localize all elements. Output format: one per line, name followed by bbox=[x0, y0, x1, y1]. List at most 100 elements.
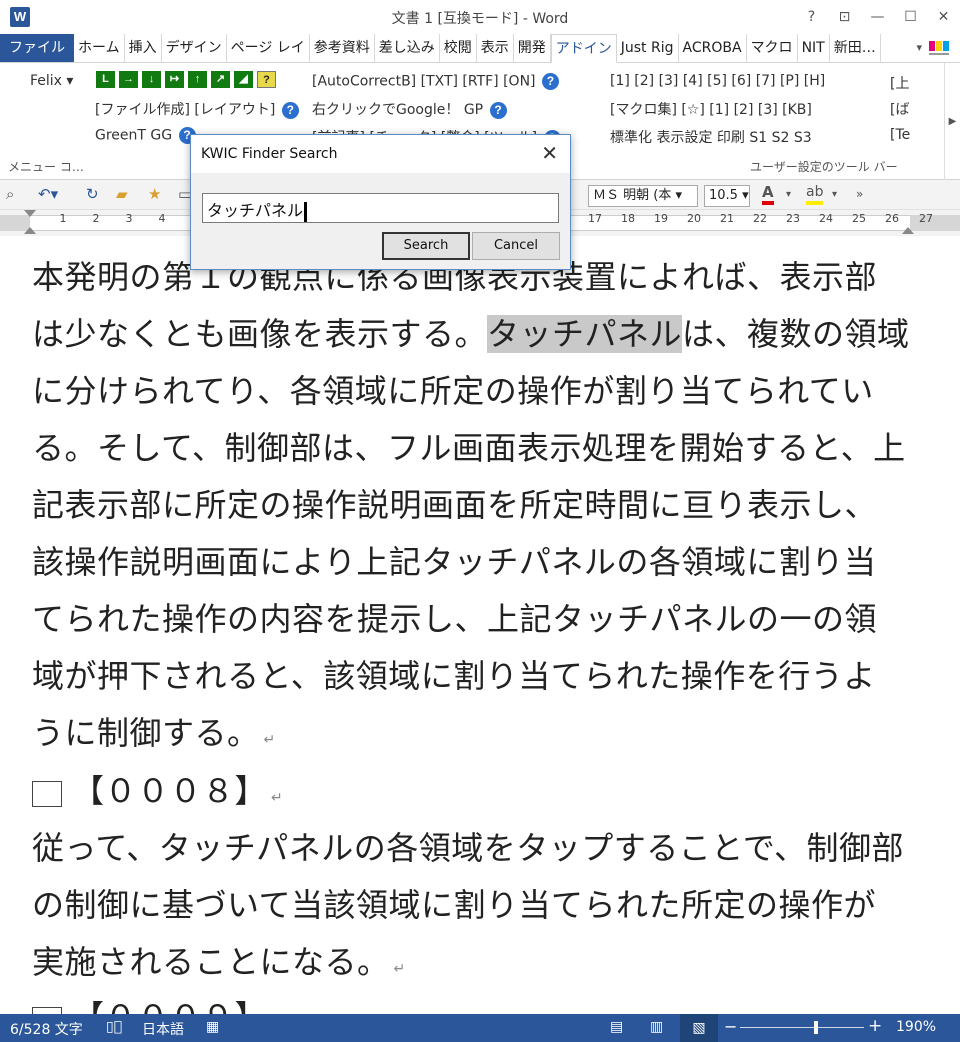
toolbar-more-icon[interactable]: » bbox=[856, 187, 863, 201]
tab-page-layout[interactable]: ページ レイ bbox=[227, 34, 310, 62]
document-line: る。そして、制御部は、フル画面表示処理を開始すると、上 bbox=[32, 429, 906, 467]
search-highlight: タッチパネル bbox=[487, 315, 683, 353]
document-line: 従って、タッチパネルの各領域をタップすることで、制御部 bbox=[32, 829, 905, 867]
zoom-slider-track[interactable] bbox=[740, 1027, 864, 1028]
word-count[interactable]: 6/528 文字 bbox=[10, 1019, 83, 1039]
tab-file[interactable]: ファイル bbox=[0, 34, 74, 62]
ruler-tick-label: 19 bbox=[654, 212, 668, 225]
tab-just-right[interactable]: Just Rig bbox=[617, 34, 679, 62]
green-down-arrow-button[interactable]: ↓ bbox=[142, 71, 161, 88]
felix-dropdown[interactable]: Felix ▾ bbox=[30, 73, 73, 89]
cancel-button[interactable]: Cancel bbox=[472, 232, 560, 260]
help-question-button[interactable]: ? bbox=[257, 71, 276, 88]
help-circle-icon[interactable]: ? bbox=[281, 101, 299, 119]
tab-developer[interactable]: 開発 bbox=[514, 34, 551, 62]
document-line: 実施されることになる。 ↵ bbox=[32, 943, 406, 981]
green-button-group: L → ↓ ↦ ↑ ↗ ◢ ? bbox=[96, 71, 276, 88]
tab-design[interactable]: デザイン bbox=[162, 34, 227, 62]
maximize-button[interactable]: ☐ bbox=[894, 0, 927, 34]
minimize-button[interactable]: — bbox=[861, 0, 894, 34]
font-name-combo[interactable]: ＭＳ 明朝 (本 ▾ bbox=[588, 185, 698, 207]
redo-icon[interactable]: ↻ bbox=[86, 185, 99, 203]
font-color-dropdown-icon[interactable]: ▾ bbox=[786, 189, 791, 200]
search-button[interactable]: Search bbox=[382, 232, 470, 260]
document-area[interactable]: 本発明の第１の観点に係る画像表示装置によれば、表示部 は少なくとも画像を表示する… bbox=[0, 236, 960, 1014]
green-tab-arrow-button[interactable]: ↦ bbox=[165, 71, 184, 88]
tab-addins[interactable]: アドイン bbox=[550, 34, 617, 63]
macro-record-icon[interactable]: ▦ bbox=[206, 1019, 219, 1035]
highlight-dropdown-icon[interactable]: ▾ bbox=[832, 189, 837, 200]
proofing-icon[interactable]: ▯⃒ bbox=[106, 1019, 122, 1035]
green-l-button[interactable]: L bbox=[96, 71, 115, 88]
tab-references[interactable]: 参考資料 bbox=[310, 34, 375, 62]
search-input[interactable]: タッチパネル bbox=[202, 193, 559, 223]
green-right-arrow-button[interactable]: → bbox=[119, 71, 138, 88]
number-buttons-row[interactable]: [1] [2] [3] [4] [5] [6] [7] [P] [H] bbox=[610, 73, 825, 89]
language-indicator[interactable]: 日本語 bbox=[142, 1019, 184, 1039]
custom-toolbar-group-label: ユーザー設定のツール バー bbox=[750, 160, 898, 174]
status-bar: 6/528 文字 ▯⃒ 日本語 ▦ ▤ ▥ ▧ − + 190% bbox=[0, 1014, 960, 1042]
tab-acrobat[interactable]: ACROBA bbox=[679, 34, 747, 62]
dialog-title: KWIC Finder Search bbox=[201, 146, 338, 162]
print-preview-icon[interactable]: ⌕ bbox=[6, 185, 14, 203]
ruler-tick-label: 20 bbox=[687, 212, 701, 225]
green-triangle-button[interactable]: ◢ bbox=[234, 71, 253, 88]
ruler-tick-label: 24 bbox=[819, 212, 833, 225]
right-click-google-label[interactable]: 右クリックでGoogle！ GP bbox=[312, 102, 483, 118]
print-layout-icon[interactable]: ▥ bbox=[650, 1019, 663, 1035]
tab-macro[interactable]: マクロ bbox=[747, 34, 798, 62]
zoom-in-button[interactable]: + bbox=[868, 1016, 882, 1036]
tab-nit[interactable]: NIT bbox=[798, 34, 830, 62]
ribbon-display-icon[interactable]: ⊡ bbox=[828, 0, 861, 34]
ruler-tick-label: 25 bbox=[852, 212, 866, 225]
green-corner-arrow-button[interactable]: ↗ bbox=[211, 71, 230, 88]
ribbon-scroll-right-icon[interactable]: ▶ bbox=[944, 63, 960, 180]
open-folder-icon[interactable]: ▰ bbox=[116, 185, 128, 203]
left-indent-marker[interactable] bbox=[24, 227, 36, 234]
macro-collection-row[interactable]: [マクロ集] [☆] [1] [2] [3] [KB] bbox=[610, 99, 812, 119]
truncated-button-1[interactable]: [上 bbox=[890, 73, 909, 93]
highlight-icon[interactable]: ab bbox=[806, 183, 824, 205]
greent-gg-label[interactable]: GreenT GG bbox=[95, 128, 172, 144]
ruler-tick-label: 26 bbox=[885, 212, 899, 225]
tab-mailings[interactable]: 差し込み bbox=[375, 34, 440, 62]
document-line: 記表示部に所定の操作説明画面を所定時間に亘り表示し、 bbox=[32, 486, 878, 524]
standardize-print-row[interactable]: 標準化 表示設定 印刷 S1 S2 S3 bbox=[610, 127, 812, 147]
tab-nitta[interactable]: 新田… bbox=[830, 34, 881, 62]
zoom-out-button[interactable]: − bbox=[724, 1017, 737, 1036]
star-folder-icon[interactable]: ★ bbox=[148, 185, 161, 203]
truncated-button-3[interactable]: [Te bbox=[890, 127, 910, 143]
tabs-more-icon[interactable]: ▾ bbox=[910, 34, 928, 62]
file-create-layout-label[interactable]: [ファイル作成] [レイアウト] bbox=[95, 102, 275, 118]
read-mode-icon[interactable]: ▤ bbox=[610, 1019, 623, 1035]
right-indent-marker[interactable] bbox=[902, 227, 914, 234]
tab-insert[interactable]: 挿入 bbox=[125, 34, 162, 62]
font-color-icon[interactable]: A bbox=[762, 183, 774, 205]
dialog-close-icon[interactable]: ✕ bbox=[541, 141, 558, 165]
undo-icon[interactable]: ↶▾ bbox=[38, 185, 58, 203]
first-line-indent-marker[interactable] bbox=[24, 210, 36, 217]
checkbox-square-icon bbox=[32, 780, 62, 807]
kwic-finder-search-dialog: KWIC Finder Search ✕ タッチパネル Search Cance… bbox=[190, 134, 571, 270]
autocorrect-label[interactable]: [AutoCorrectB] [TXT] [RTF] [ON] bbox=[312, 74, 536, 90]
web-layout-icon[interactable]: ▧ bbox=[680, 1014, 718, 1042]
help-icon[interactable]: ? bbox=[795, 0, 828, 34]
colorful-addin-logo-icon bbox=[929, 41, 949, 55]
ribbon-tabs: ファイル ホーム 挿入 デザイン ページ レイ 参考資料 差し込み 校閲 表示 … bbox=[0, 34, 960, 63]
title-bar: W 文書 1 [互換モード] - Word ? ⊡ — ☐ ✕ bbox=[0, 0, 960, 34]
tab-review[interactable]: 校閲 bbox=[440, 34, 477, 62]
green-up-arrow-button[interactable]: ↑ bbox=[188, 71, 207, 88]
ruler-tick-label: 23 bbox=[786, 212, 800, 225]
tab-home[interactable]: ホーム bbox=[74, 34, 125, 62]
close-window-button[interactable]: ✕ bbox=[927, 0, 960, 34]
help-circle-icon[interactable]: ? bbox=[489, 101, 507, 119]
paragraph-mark-icon: ↵ bbox=[393, 961, 406, 977]
zoom-level[interactable]: 190% bbox=[896, 1019, 936, 1035]
paragraph-number-0008: 【０００８】 ↵ bbox=[32, 766, 283, 812]
truncated-button-2[interactable]: [ば bbox=[890, 99, 909, 119]
help-circle-icon[interactable]: ? bbox=[541, 73, 559, 90]
zoom-slider-thumb[interactable] bbox=[814, 1021, 818, 1034]
font-size-combo[interactable]: 10.5 ▾ bbox=[704, 185, 750, 207]
dialog-title-bar[interactable]: KWIC Finder Search ✕ bbox=[191, 135, 570, 173]
tab-view[interactable]: 表示 bbox=[477, 34, 514, 62]
